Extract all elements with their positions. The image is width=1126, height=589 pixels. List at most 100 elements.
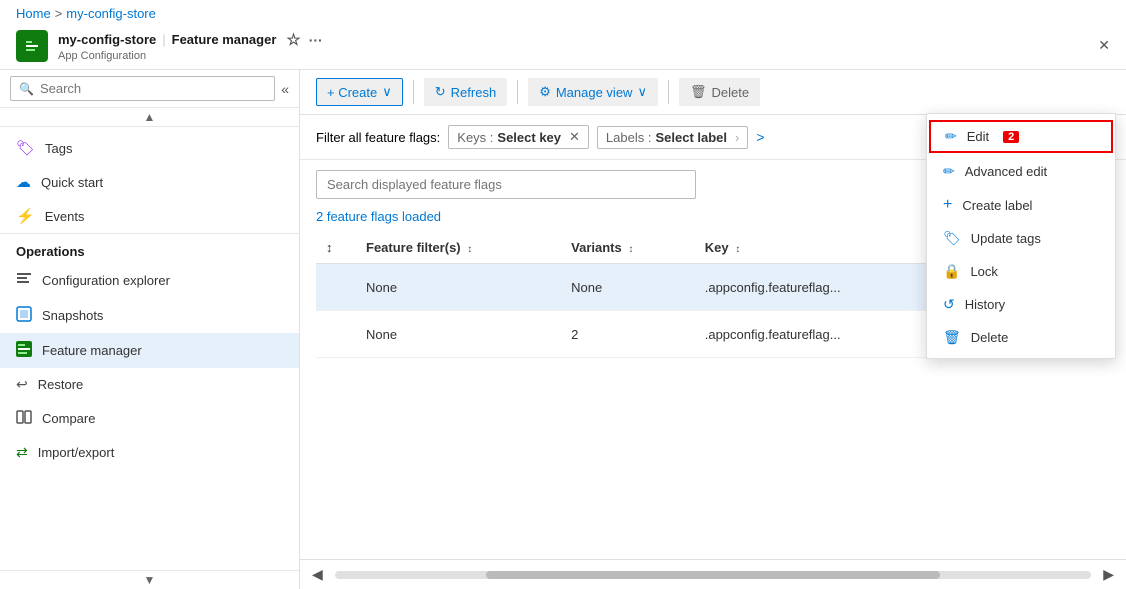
- tags-icon: 🏷: [16, 139, 35, 157]
- context-menu: ✏ Edit 2 ✏ Advanced edit + Create label …: [926, 113, 1116, 359]
- config-explorer-icon: [16, 271, 32, 290]
- scroll-left-icon[interactable]: ◀: [308, 564, 327, 585]
- app-subtitle: App Configuration: [58, 50, 1098, 62]
- create-label-icon: +: [943, 196, 952, 214]
- menu-item-update-tags[interactable]: 🏷 Update tags: [927, 222, 1115, 255]
- quickstart-icon: ☁: [16, 173, 31, 191]
- sidebar-item-configuration-explorer[interactable]: Configuration explorer: [0, 263, 299, 298]
- history-label: History: [965, 297, 1005, 312]
- sidebar-item-tags[interactable]: 🏷 Tags: [0, 131, 299, 165]
- more-icon[interactable]: ···: [309, 32, 323, 48]
- sidebar-item-events[interactable]: ⚡ Events: [0, 199, 299, 233]
- manage-view-arrow-icon: ∨: [637, 84, 647, 100]
- import-export-icon: ⇄: [16, 444, 28, 461]
- sidebar-item-label: Quick start: [41, 175, 103, 190]
- create-label: + Create: [327, 85, 377, 100]
- create-label-text: Create label: [962, 198, 1032, 213]
- feature-search-input[interactable]: [316, 170, 696, 199]
- sidebar-item-label: Compare: [42, 411, 95, 426]
- col-key: Key: [705, 240, 729, 255]
- update-tags-label: Update tags: [971, 231, 1041, 246]
- sidebar-scroll-up[interactable]: ▲: [144, 110, 156, 124]
- sidebar-item-feature-manager[interactable]: Feature manager: [0, 333, 299, 368]
- lock-label: Lock: [970, 264, 997, 279]
- sidebar-item-quickstart[interactable]: ☁ Quick start: [0, 165, 299, 199]
- events-icon: ⚡: [16, 207, 35, 225]
- sidebar-section-operations: Operations: [0, 233, 299, 263]
- label-close-icon: ›: [735, 130, 739, 145]
- app-icon: [16, 30, 48, 62]
- collapse-icon[interactable]: «: [281, 81, 289, 97]
- refresh-label: Refresh: [451, 85, 497, 100]
- sidebar-search-box[interactable]: 🔍: [10, 76, 275, 101]
- filter-label: Filter all feature flags:: [316, 130, 440, 145]
- col-variants: Variants: [571, 240, 622, 255]
- feature-filter-cell-1: None: [356, 311, 561, 358]
- key-cell-0: .appconfig.featureflag...: [695, 264, 948, 311]
- sidebar-search-input[interactable]: [40, 81, 266, 96]
- manage-view-icon: ⚙: [539, 84, 551, 100]
- key-close-icon[interactable]: ✕: [569, 129, 580, 145]
- sidebar-item-restore[interactable]: ↩ Restore: [0, 368, 299, 401]
- create-arrow-icon: ∨: [382, 84, 392, 100]
- menu-item-create-label[interactable]: + Create label: [927, 188, 1115, 222]
- menu-item-advanced-edit[interactable]: ✏ Advanced edit: [927, 155, 1115, 188]
- badge-2: 2: [1003, 131, 1019, 143]
- compare-icon: [16, 409, 32, 428]
- advanced-edit-icon: ✏: [943, 163, 955, 180]
- sidebar-item-label: Snapshots: [42, 308, 103, 323]
- manage-view-button[interactable]: ⚙ Manage view ∨: [528, 78, 658, 106]
- page-title: my-config-store | Feature manager ☆ ···: [58, 30, 1098, 50]
- sidebar-item-snapshots[interactable]: Snapshots: [0, 298, 299, 333]
- refresh-icon: ↻: [435, 84, 446, 100]
- sort-icon-1[interactable]: ↕: [467, 244, 472, 255]
- breadcrumb-store[interactable]: my-config-store: [66, 6, 156, 21]
- close-icon[interactable]: ✕: [1098, 37, 1110, 54]
- sidebar-item-label: Configuration explorer: [42, 273, 170, 288]
- filter-arrow-icon[interactable]: >: [756, 129, 764, 145]
- key-value: Select key: [497, 130, 561, 145]
- refresh-button[interactable]: ↻ Refresh: [424, 78, 507, 106]
- variants-cell-0: None: [561, 264, 695, 311]
- key-filter-chip[interactable]: Keys : Select key ✕: [448, 125, 589, 149]
- search-icon: 🔍: [19, 82, 34, 96]
- col-feature-filter: Feature filter(s): [366, 240, 461, 255]
- sort-icon-2[interactable]: ↕: [628, 244, 633, 255]
- sidebar-item-label: Restore: [38, 377, 84, 392]
- label-value: Select label: [655, 130, 727, 145]
- manage-view-label: Manage view: [556, 85, 633, 100]
- sidebar-scroll-down[interactable]: ▼: [144, 573, 156, 587]
- advanced-edit-label: Advanced edit: [965, 164, 1047, 179]
- sidebar-item-label: Tags: [45, 141, 72, 156]
- lock-icon: 🔒: [943, 263, 960, 280]
- update-tags-icon: 🏷: [943, 230, 961, 247]
- menu-item-delete[interactable]: 🗑 Delete: [927, 321, 1115, 354]
- feature-filter-cell-0: None: [356, 264, 561, 311]
- label-filter-chip[interactable]: Labels : Select label ›: [597, 126, 748, 149]
- edit-menu-label: Edit: [967, 129, 989, 144]
- menu-item-lock[interactable]: 🔒 Lock: [927, 255, 1115, 288]
- edit-menu-icon: ✏: [945, 128, 957, 145]
- horizontal-scrollbar: ◀ ▶: [300, 559, 1126, 589]
- delete-menu-label: Delete: [971, 330, 1009, 345]
- menu-item-edit[interactable]: ✏ Edit 2: [929, 120, 1113, 153]
- breadcrumb-home[interactable]: Home: [16, 6, 51, 21]
- variants-cell-1: 2: [561, 311, 695, 358]
- sidebar-item-label: Feature manager: [42, 343, 142, 358]
- create-button[interactable]: + Create ∨: [316, 78, 403, 106]
- delete-icon: 🗑: [690, 84, 707, 100]
- delete-button[interactable]: 🗑 Delete: [679, 78, 760, 106]
- menu-item-history[interactable]: ↺ History: [927, 288, 1115, 321]
- sidebar-item-label: Import/export: [38, 445, 115, 460]
- sidebar-item-label: Events: [45, 209, 85, 224]
- sidebar-item-import-export[interactable]: ⇄ Import/export: [0, 436, 299, 469]
- key-prefix: Keys :: [457, 130, 493, 145]
- restore-icon: ↩: [16, 376, 28, 393]
- sort-col-0[interactable]: ↕: [326, 240, 333, 255]
- delete-menu-icon: 🗑: [943, 329, 961, 346]
- star-icon[interactable]: ☆: [286, 30, 300, 50]
- sort-icon-3[interactable]: ↕: [735, 244, 740, 255]
- scroll-right-icon[interactable]: ▶: [1099, 564, 1118, 585]
- sidebar-item-compare[interactable]: Compare: [0, 401, 299, 436]
- feature-manager-icon: [16, 341, 32, 360]
